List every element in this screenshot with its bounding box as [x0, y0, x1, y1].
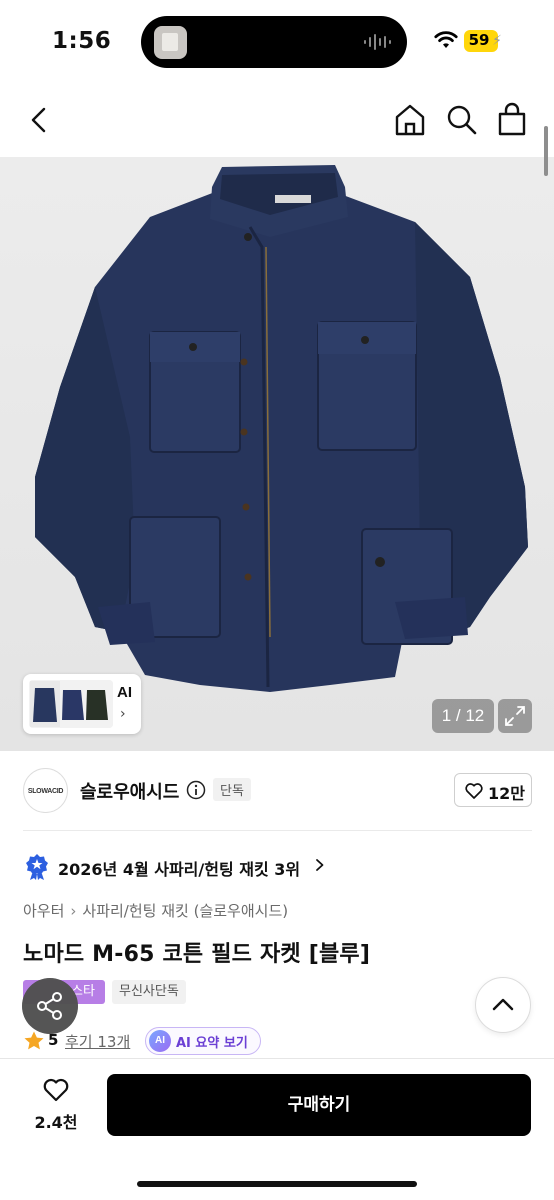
status-time: 1:56 — [52, 28, 112, 54]
bottom-action-bar: 2.4천 구매하기 — [0, 1058, 554, 1200]
home-indicator — [137, 1181, 417, 1187]
brand-row: SLOWACID 슬로우애시드 단독 12만 — [0, 760, 554, 826]
breadcrumb-separator-icon: › — [70, 902, 77, 920]
buy-button[interactable]: 구매하기 — [107, 1074, 531, 1136]
home-icon[interactable] — [392, 102, 428, 138]
search-icon[interactable] — [444, 102, 480, 138]
battery-indicator: 59 ⚡ — [464, 30, 502, 52]
product-jacket-image — [35, 165, 528, 692]
top-nav — [0, 90, 554, 150]
charging-icon: ⚡ — [492, 33, 502, 49]
heart-icon — [43, 1078, 69, 1102]
back-chevron-icon[interactable] — [24, 104, 56, 136]
ai-summary-label: AI 요약 보기 — [176, 1036, 248, 1051]
scroll-indicator — [544, 126, 548, 176]
ranking-badge-icon — [26, 854, 48, 880]
image-counter: 1 / 12 — [432, 699, 494, 733]
battery-level: 59 — [468, 31, 490, 49]
rating-score: 5 — [48, 1031, 59, 1049]
musinsa-exclusive-tag: 무신사단독 — [112, 980, 186, 1004]
brand-like-count: 12만 — [488, 784, 525, 803]
star-icon — [24, 1031, 44, 1050]
ranking-link[interactable]: 2026년 4월 사파리/헌팅 재킷 3위 — [23, 853, 532, 883]
info-icon[interactable] — [186, 780, 206, 800]
review-count-link[interactable]: 후기 13개 — [65, 1031, 130, 1052]
breadcrumb-item-outer[interactable]: 아우터 — [23, 902, 64, 920]
chevron-right-icon — [316, 859, 324, 871]
brand-name[interactable]: 슬로우애시드 — [80, 778, 179, 804]
brand-logo[interactable]: SLOWACID — [23, 768, 68, 813]
chevron-right-icon: › — [120, 706, 126, 722]
breadcrumb-item-category[interactable]: 사파리/헌팅 재킷 (슬로우애시드) — [82, 902, 288, 920]
chevron-up-icon — [492, 998, 514, 1011]
share-button[interactable] — [22, 978, 78, 1034]
divider — [23, 830, 532, 831]
audio-waveform-icon — [364, 34, 391, 50]
heart-icon — [465, 783, 483, 799]
exclusive-badge: 단독 — [213, 778, 251, 801]
shopping-bag-icon[interactable] — [494, 102, 530, 138]
brand-like-button[interactable]: 12만 — [454, 773, 532, 807]
ai-thumbnail-label: AI — [117, 684, 132, 701]
ai-logo-icon: AI — [149, 1030, 171, 1052]
breadcrumb: 아우터 › 사파리/헌팅 재킷 (슬로우애시드) — [23, 900, 288, 921]
ranking-text: 2026년 4월 사파리/헌팅 재킷 3위 — [58, 860, 301, 879]
expand-icon[interactable] — [498, 699, 532, 733]
wishlist-count: 2.4천 — [34, 1113, 78, 1132]
status-bar: 1:56 59 ⚡ — [0, 0, 554, 86]
thumbnail-images — [29, 680, 113, 728]
ai-summary-button[interactable]: AI AI 요약 보기 — [145, 1027, 261, 1055]
thumbnail-strip[interactable]: AI › — [23, 674, 141, 734]
product-title: 노마드 M-65 코튼 필드 자켓 [블루] — [23, 942, 371, 967]
wifi-icon — [434, 31, 458, 48]
scroll-top-button[interactable] — [475, 977, 531, 1033]
wishlist-button[interactable]: 2.4천 — [20, 1075, 92, 1135]
product-image-gallery[interactable]: AI › 1 / 12 — [0, 157, 554, 751]
dynamic-island[interactable] — [141, 16, 407, 68]
now-playing-thumbnail — [154, 26, 187, 59]
